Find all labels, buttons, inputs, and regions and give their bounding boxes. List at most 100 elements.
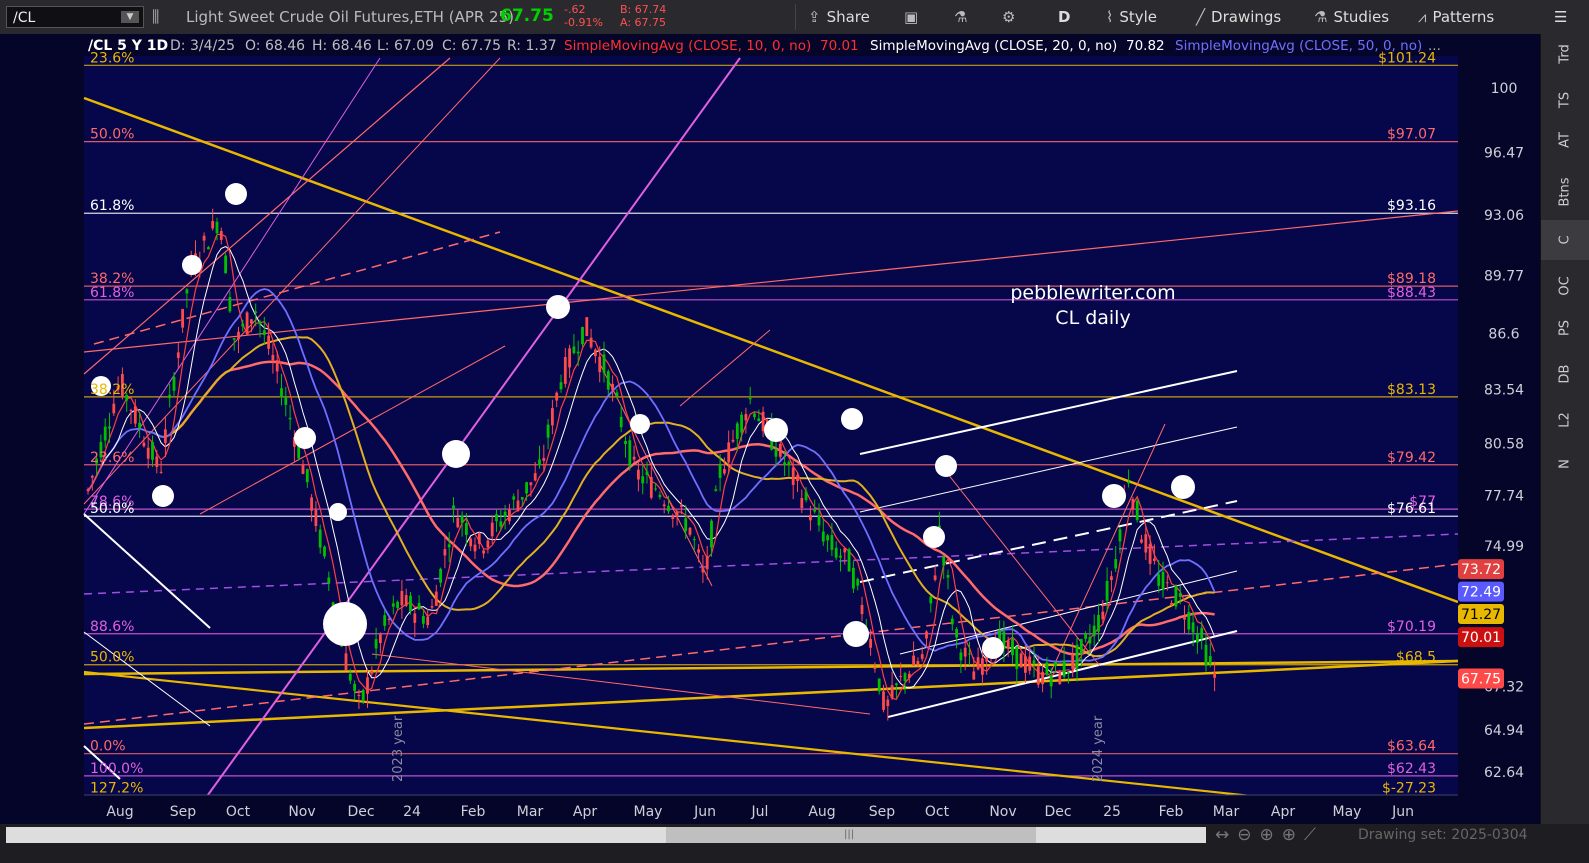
candle-body [830,535,834,550]
fib-level-price-label: $-27.23 [1382,781,1436,797]
candle-body [628,440,632,467]
candle-body [1118,529,1122,542]
candle-body [839,555,842,558]
time-tick-label: 25 [1103,804,1121,820]
candle-body [834,547,838,558]
flask-button[interactable]: ⚗ [954,8,973,26]
header-open: O: 68.46 [245,38,305,54]
price-badge-label: 71.27 [1461,607,1501,623]
style-button[interactable]: ⌇ Style [1106,8,1157,26]
symbol-input[interactable]: /CL ▼ [6,6,144,28]
share-button[interactable]: ⇪ Share [808,8,870,26]
candle-body [1153,558,1156,561]
price-chart[interactable]: /CL 5 Y 1D D: 3/4/25 O: 68.46 H: 68.46 L… [0,34,1540,824]
candle-body [907,673,911,679]
candle-body [968,653,971,655]
pivot-marker [442,440,470,468]
candle-body [185,289,189,294]
patterns-button[interactable]: ⩘ Patterns [1418,8,1494,26]
zoom-out-icon[interactable]: ⊖ [1237,825,1259,845]
draw-icon[interactable]: ⟋ [1304,825,1324,845]
candle-body [594,349,597,357]
candle-body [551,408,554,426]
pivot-marker [182,255,202,275]
candle-body [658,494,662,498]
sidebar-tab-btns[interactable]: Btns [1541,172,1589,212]
candle-body [275,360,279,372]
candle-body [809,515,812,521]
chart-settings-button[interactable]: ⚙ [1002,8,1021,26]
symbol-settings-icon[interactable]: ⫼ [152,7,159,27]
candle-body [1144,534,1148,553]
layout-button[interactable]: ▣ [904,8,924,26]
sidebar-tab-c[interactable]: C [1541,220,1589,260]
sidebar-tab-n[interactable]: N [1541,444,1589,484]
sidebar-tab-trd[interactable]: Trd [1541,34,1589,74]
candle-body [1127,481,1130,484]
sma20-label[interactable]: SimpleMovingAvg (CLOSE, 20, 0, no) [870,38,1117,54]
candle-body [86,489,90,492]
symbol-description: Light Sweet Crude Oil Futures,ETH (APR 2… [186,8,515,26]
zoom-in-icon[interactable]: ⊕ [1260,825,1282,845]
right-sidebar: Trd TS AT Btns C OC PS DB L2 N [1540,34,1589,824]
drawings-button[interactable]: ╱ Drawings [1196,8,1281,26]
sma10-label[interactable]: SimpleMovingAvg (CLOSE, 10, 0, no) [564,38,811,54]
header-low: L: 67.09 [377,38,434,54]
candle-body [430,606,434,608]
candle-body [327,577,331,584]
sidebar-tab-oc[interactable]: OC [1541,266,1589,306]
candle-body [503,511,507,517]
price-badge-label: 72.49 [1461,585,1501,601]
candle-body [929,596,933,604]
aggregation-button[interactable]: D [1058,8,1070,26]
time-tick-label: Nov [989,804,1016,820]
candle-body [976,657,980,670]
candle-body [903,673,907,681]
candle-body [318,529,322,548]
year-marker-2024: 2024 year [1091,715,1106,782]
candle-body [804,491,808,501]
sidebar-tab-label: PS [1557,319,1573,337]
candle-body [301,464,305,474]
sidebar-tab-db[interactable]: DB [1541,354,1589,394]
sidebar-tab-ps[interactable]: PS [1541,308,1589,348]
candle-body [778,443,782,457]
drag-icon[interactable]: ↔ [1215,825,1237,845]
candle-body [882,691,885,710]
candle-body [413,613,417,623]
candle-body [142,442,146,447]
sidebar-tab-ts[interactable]: TS [1541,80,1589,120]
candle-body [981,658,984,675]
candle-body [1097,614,1100,632]
style-icon: ⌇ [1106,8,1114,26]
candle-body [245,312,249,335]
candle-body [1084,633,1087,639]
chart-area[interactable]: /CL 5 Y 1D D: 3/4/25 O: 68.46 H: 68.46 L… [0,34,1540,824]
time-tick-label: Apr [573,804,597,820]
studies-button[interactable]: ⚗ Studies [1314,8,1389,26]
studies-label: Studies [1333,8,1390,26]
symbol-dropdown-icon[interactable]: ▼ [121,11,139,23]
candle-body [417,603,421,610]
menu-button[interactable]: ☰ [1554,8,1567,26]
scrollbar-thumb[interactable]: ||| [666,827,1036,843]
time-tick-label: Jun [1391,804,1414,820]
crosshair-icon[interactable]: ⊕ [1282,825,1304,845]
fib-level-price-label: $101.24 [1378,50,1436,66]
candle-body [1101,611,1105,620]
candle-body [546,424,550,438]
candle-body [920,654,924,659]
price-tick-label: 62.64 [1484,765,1524,781]
candle-body [662,504,666,507]
change-block: -.62 -0.91% [564,3,603,29]
pivot-marker [1171,475,1195,499]
sidebar-tab-l2[interactable]: L2 [1541,400,1589,440]
horizontal-scrollbar[interactable]: ||| [6,827,1206,843]
candle-body [619,416,623,428]
zoom-controls: ↔⊖⊕⊕⟋ [1215,825,1324,845]
sidebar-tab-at[interactable]: AT [1541,120,1589,160]
candle-body [671,515,675,519]
candle-body [1006,640,1010,649]
price-tick-label: 64.94 [1484,723,1524,739]
candle-body [1110,576,1113,581]
